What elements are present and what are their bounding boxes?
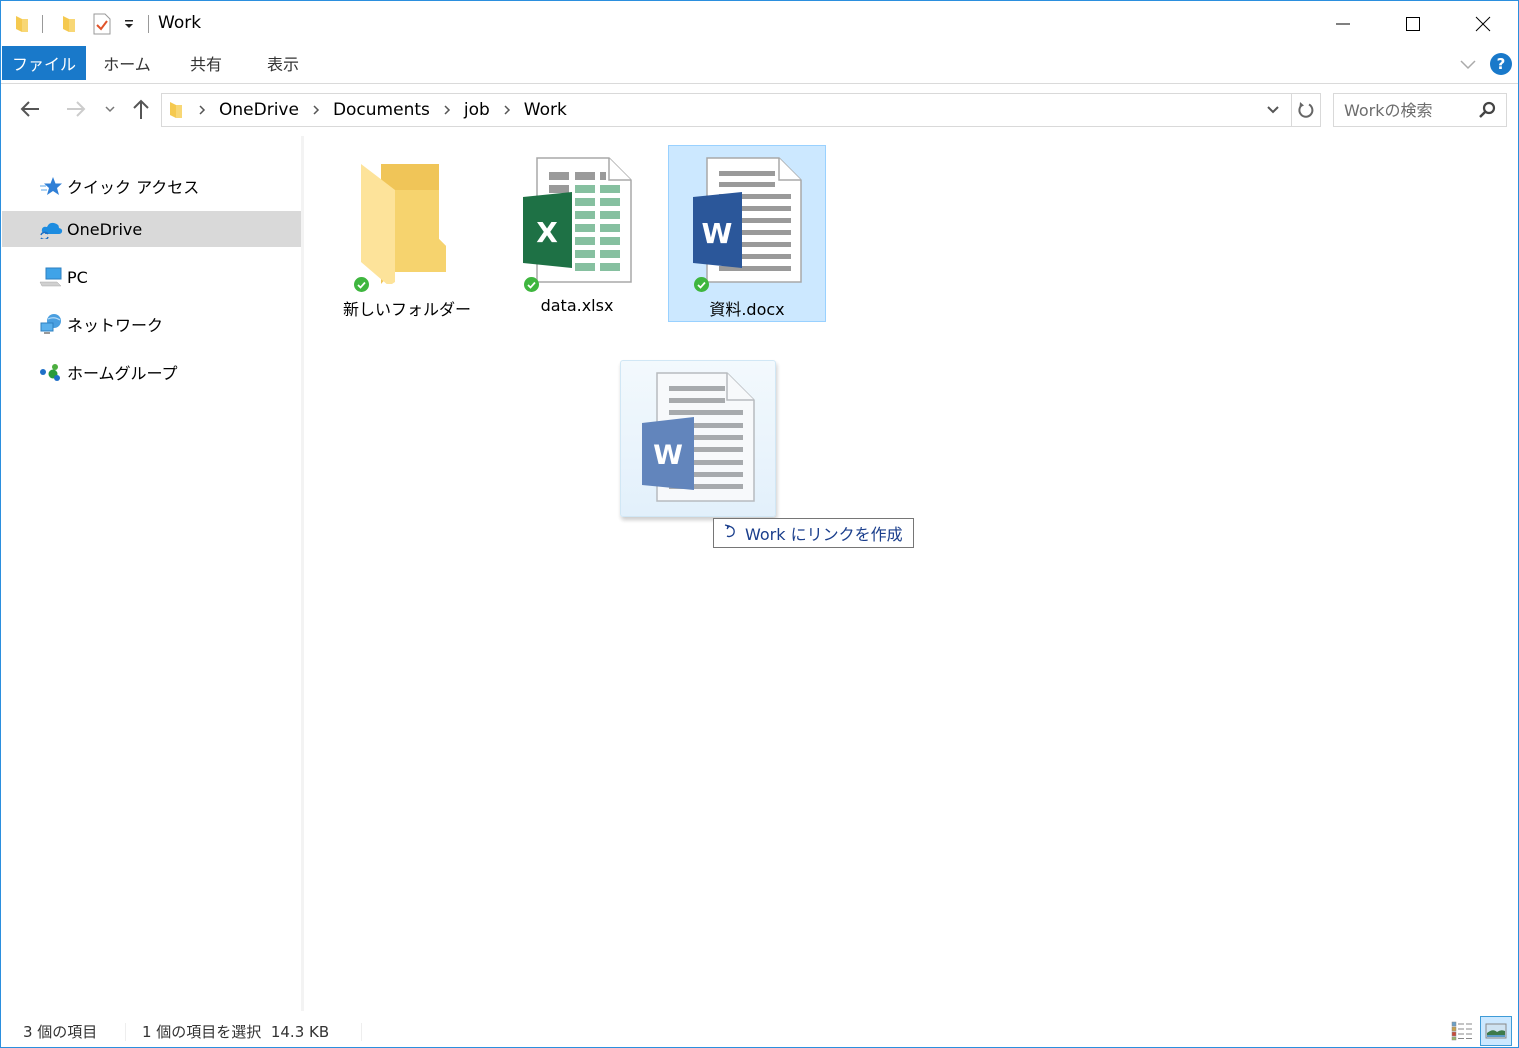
search-icon[interactable] bbox=[1478, 101, 1496, 123]
up-button[interactable] bbox=[128, 96, 154, 122]
breadcrumb-job[interactable]: job bbox=[464, 100, 490, 120]
file-name: 新しいフォルダー bbox=[329, 296, 485, 320]
folder-icon bbox=[329, 154, 485, 284]
properties-icon[interactable] bbox=[93, 11, 111, 37]
sidebar-item-label: ネットワーク bbox=[67, 312, 163, 336]
tab-share[interactable]: 共有 bbox=[173, 46, 239, 80]
folder-icon bbox=[14, 11, 30, 37]
sidebar-item-onedrive[interactable]: OneDrive bbox=[2, 211, 301, 247]
file-item-shiryo-docx[interactable]: W 資料.docx bbox=[668, 145, 826, 322]
search-box[interactable] bbox=[1333, 93, 1507, 127]
customize-dropdown-icon[interactable] bbox=[123, 11, 135, 37]
word-file-icon: W bbox=[621, 361, 777, 518]
item-count: 3 個の項目 bbox=[23, 1021, 97, 1042]
close-button[interactable] bbox=[1448, 1, 1518, 46]
toolbar-divider bbox=[148, 15, 149, 33]
arrow-up-icon bbox=[132, 98, 150, 120]
sidebar-item-label: OneDrive bbox=[67, 220, 142, 239]
tab-home[interactable]: ホーム bbox=[93, 46, 161, 80]
help-button[interactable]: ? bbox=[1490, 53, 1512, 75]
chevron-down-icon bbox=[1458, 54, 1478, 74]
file-name: 資料.docx bbox=[669, 296, 825, 320]
svg-text:W: W bbox=[702, 217, 733, 250]
large-icons-view-icon bbox=[1485, 1023, 1507, 1039]
maximize-icon bbox=[1405, 16, 1421, 32]
chevron-right-icon[interactable] bbox=[500, 103, 514, 117]
minimize-icon bbox=[1335, 16, 1351, 32]
minimize-button[interactable] bbox=[1308, 1, 1378, 46]
arrow-right-icon bbox=[65, 100, 87, 118]
excel-file-icon: X bbox=[499, 154, 655, 284]
breadcrumb-documents[interactable]: Documents bbox=[333, 100, 430, 120]
status-divider bbox=[361, 1023, 362, 1041]
refresh-icon bbox=[1297, 101, 1315, 119]
file-item-new-folder[interactable]: 新しいフォルダー bbox=[328, 145, 486, 322]
drag-tooltip-text: Work にリンクを作成 bbox=[745, 521, 903, 545]
network-icon bbox=[39, 313, 63, 335]
drag-tooltip: Work にリンクを作成 bbox=[713, 518, 914, 548]
selection-info: 1 個の項目を選択 14.3 KB bbox=[142, 1021, 329, 1042]
details-view-icon bbox=[1451, 1021, 1473, 1041]
explorer-window: Work ファイル ホーム 共有 表示 ? bbox=[0, 0, 1519, 1048]
sidebar-item-label: PC bbox=[67, 268, 88, 287]
chevron-right-icon[interactable] bbox=[440, 103, 454, 117]
sync-status-icon bbox=[694, 277, 709, 292]
link-arrow-icon bbox=[724, 523, 736, 543]
sidebar-item-pc[interactable]: PC bbox=[2, 259, 301, 295]
word-file-icon: W bbox=[669, 154, 825, 284]
file-item-data-xlsx[interactable]: X data.xlsx bbox=[498, 145, 656, 322]
sidebar-item-label: ホームグループ bbox=[67, 360, 178, 384]
homegroup-icon bbox=[39, 361, 63, 383]
expand-ribbon-button[interactable] bbox=[1458, 54, 1478, 74]
close-icon bbox=[1475, 16, 1491, 32]
window-title: Work bbox=[158, 13, 201, 33]
folder-icon bbox=[169, 101, 183, 119]
address-bar[interactable]: OneDrive Documents job Work bbox=[161, 93, 1321, 127]
chevron-right-icon[interactable] bbox=[195, 103, 209, 117]
sync-status-icon bbox=[524, 277, 539, 292]
chevron-right-icon[interactable] bbox=[309, 103, 323, 117]
sidebar-item-homegroup[interactable]: ホームグループ bbox=[2, 354, 301, 390]
pc-icon bbox=[39, 266, 63, 288]
sidebar-item-network[interactable]: ネットワーク bbox=[2, 306, 301, 342]
maximize-button[interactable] bbox=[1378, 1, 1448, 46]
title-bar: Work bbox=[1, 1, 1518, 46]
back-button[interactable] bbox=[17, 96, 43, 122]
ribbon: ファイル ホーム 共有 表示 ? bbox=[1, 46, 1518, 84]
toolbar-divider bbox=[42, 15, 43, 33]
details-view-button[interactable] bbox=[1446, 1016, 1478, 1046]
address-history-button[interactable] bbox=[1260, 94, 1286, 126]
status-bar: 3 個の項目 1 個の項目を選択 14.3 KB bbox=[1, 1011, 1518, 1048]
star-icon bbox=[39, 175, 63, 197]
navigation-bar: OneDrive Documents job Work bbox=[1, 84, 1518, 136]
drag-preview: W bbox=[620, 360, 776, 517]
forward-button[interactable] bbox=[63, 96, 89, 122]
chevron-down-icon bbox=[105, 105, 115, 113]
status-divider bbox=[125, 1023, 126, 1041]
refresh-button[interactable] bbox=[1291, 94, 1320, 126]
recent-locations-button[interactable] bbox=[97, 96, 123, 122]
file-list: 新しいフォルダー bbox=[307, 136, 1517, 1011]
large-icons-view-button[interactable] bbox=[1480, 1016, 1512, 1046]
sync-status-icon bbox=[354, 277, 369, 292]
chevron-down-icon bbox=[1267, 106, 1279, 114]
sidebar-item-quick-access[interactable]: クイック アクセス bbox=[2, 168, 301, 204]
arrow-left-icon bbox=[19, 100, 41, 118]
navigation-pane: クイック アクセス OneDrive PC ネットワーク ホームグループ bbox=[1, 136, 304, 1011]
breadcrumb-onedrive[interactable]: OneDrive bbox=[219, 100, 299, 120]
tab-file[interactable]: ファイル bbox=[2, 46, 86, 80]
search-input[interactable] bbox=[1344, 101, 1464, 120]
tab-view[interactable]: 表示 bbox=[249, 46, 317, 80]
new-folder-icon[interactable] bbox=[61, 11, 77, 37]
onedrive-cloud-icon bbox=[39, 218, 63, 240]
sidebar-item-label: クイック アクセス bbox=[67, 174, 199, 198]
file-name: data.xlsx bbox=[499, 296, 655, 315]
breadcrumb-work[interactable]: Work bbox=[524, 100, 567, 120]
svg-text:X: X bbox=[536, 216, 558, 249]
svg-text:W: W bbox=[653, 440, 683, 471]
